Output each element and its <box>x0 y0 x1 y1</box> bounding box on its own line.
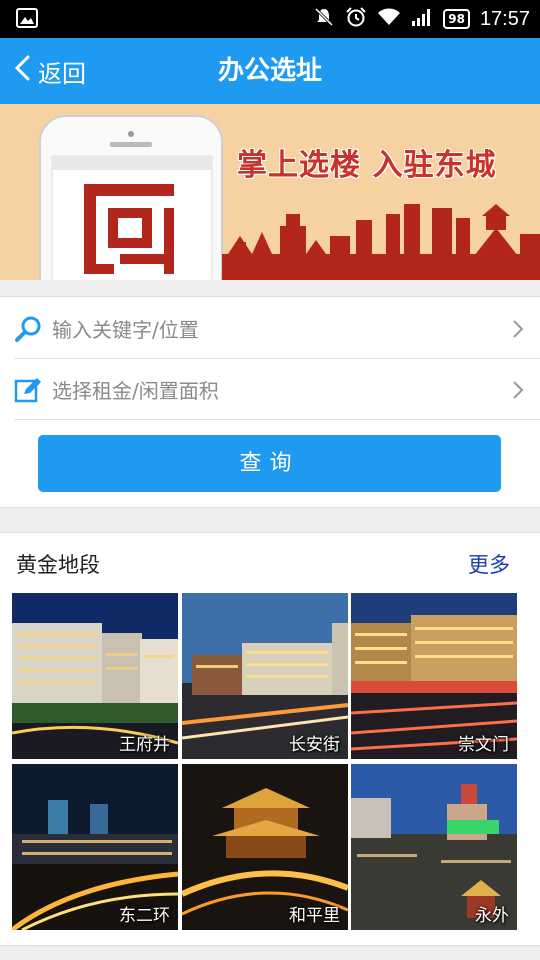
tile-label: 东二环 <box>119 906 170 926</box>
clock-time: 17:57 <box>479 7 530 30</box>
chevron-right-icon <box>510 380 526 400</box>
app-header: 返回 办公选址 <box>0 38 540 104</box>
battery-icon: 98 <box>443 9 470 29</box>
tile-label: 王府井 <box>119 735 170 755</box>
tile-label: 长安街 <box>289 735 340 755</box>
keyword-field[interactable]: 输入关键字/位置 <box>14 299 540 359</box>
chevron-right-icon <box>510 319 526 339</box>
keyword-placeholder: 输入关键字/位置 <box>52 318 199 342</box>
tile-label: 崇文门 <box>458 735 509 755</box>
promo-banner[interactable]: 掌上选楼 入驻东城 <box>0 104 540 280</box>
rent-area-filter[interactable]: 选择租金/闲置面积 <box>14 360 540 420</box>
status-bar: 98 17:57 <box>0 0 540 38</box>
search-icon <box>14 315 42 343</box>
edit-icon <box>14 376 42 404</box>
back-label: 返回 <box>38 59 86 88</box>
query-button[interactable]: 查询 <box>38 435 501 492</box>
search-card: 输入关键字/位置 选择租金/闲置面积 查询 <box>0 296 540 508</box>
tile-label: 和平里 <box>289 906 340 926</box>
golden-area-section: 黄金地段 更多 王府井 长安街 崇文门 东二环 和平里 永外 <box>0 532 540 946</box>
district-tile-changanjie[interactable]: 长安街 <box>182 593 348 759</box>
mute-icon <box>313 6 335 32</box>
district-tile-hepingli[interactable]: 和平里 <box>182 764 348 930</box>
banner-illustration <box>39 115 540 280</box>
more-link[interactable]: 更多 <box>468 549 510 579</box>
back-chevron-icon <box>12 54 34 88</box>
filter-placeholder: 选择租金/闲置面积 <box>52 379 219 403</box>
wifi-icon <box>377 7 401 31</box>
district-tile-dongerhuan[interactable]: 东二环 <box>12 764 178 930</box>
image-icon <box>16 8 38 28</box>
district-tile-chongwenmen[interactable]: 崇文门 <box>351 593 517 759</box>
district-tile-wangfujing[interactable]: 王府井 <box>12 593 178 759</box>
alarm-icon <box>345 6 367 32</box>
back-button[interactable]: 返回 <box>12 38 86 104</box>
district-tile-yongwai[interactable]: 永外 <box>351 764 517 930</box>
signal-icon <box>411 7 433 31</box>
tile-label: 永外 <box>475 906 509 926</box>
section-title: 黄金地段 <box>16 553 100 577</box>
banner-slogan: 掌上选楼 入驻东城 <box>237 148 497 183</box>
